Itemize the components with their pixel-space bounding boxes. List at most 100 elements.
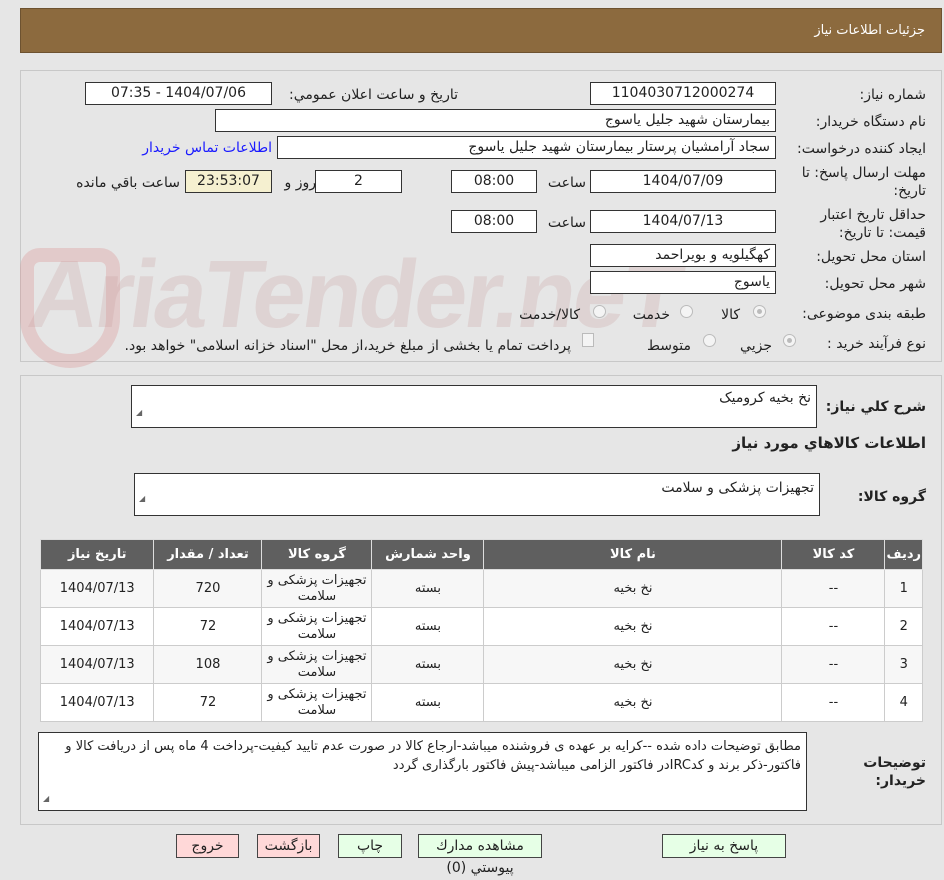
announce-label: تاريخ و ساعت اعلان عمومي: — [289, 87, 458, 103]
city-label: شهر محل تحويل: — [824, 276, 926, 292]
buyer-notes-text: مطابق توضیحات داده شده --کرایه بر عهده ی… — [65, 739, 801, 773]
need-number-label: شماره نياز: — [859, 87, 927, 103]
category-both-radio[interactable] — [593, 305, 606, 318]
table-row: 1 -- نخ بخیه بسته تجهیزات پزشکی و سلامت 720 14… — [39, 569, 923, 608]
cell-goods-group: تجهیزات پزشکی و سلامت — [261, 645, 373, 684]
cell-goods-group: تجهیزات پزشکی و سلامت — [261, 683, 373, 722]
cell-need-date: 1404/07/13 — [39, 683, 155, 722]
province-field: کهگیلویه و بویراحمد — [590, 244, 776, 267]
goods-table: رديف كد كالا نام كالا واحد شمارش گروه كا… — [39, 539, 923, 722]
days-field: 2 — [315, 170, 402, 193]
validity-time-field: 08:00 — [451, 210, 537, 233]
category-service-radio[interactable] — [680, 305, 693, 318]
city-field: یاسوج — [590, 271, 776, 294]
validity-time-label: ساعت — [547, 215, 586, 231]
resize-grip-icon[interactable]: ◢ — [139, 485, 145, 513]
category-goods-label: كالا — [721, 307, 740, 323]
creator-label: ايجاد كننده درخواست: — [797, 141, 926, 157]
process-medium-label: متوسط — [647, 338, 691, 354]
cell-goods-group: تجهیزات پزشکی و سلامت — [261, 569, 373, 608]
summary-field: نخ بخیه کرومیک ◢ — [131, 385, 817, 428]
buyer-notes-label: توضيحات خريدار: — [863, 755, 926, 789]
treasury-payment-checkbox[interactable] — [582, 333, 594, 347]
summary-text: نخ بخیه کرومیک — [719, 390, 811, 406]
days-label: روز و — [284, 175, 317, 191]
cell-goods-group: تجهیزات پزشکی و سلامت — [261, 607, 373, 646]
header-title: جزئيات اطلاعات نياز — [814, 23, 925, 38]
buyer-notes-field: مطابق توضیحات داده شده --کرایه بر عهده ی… — [38, 732, 807, 811]
deadline-date-field: 1404/07/09 — [590, 170, 776, 193]
buyer-contact-link[interactable]: اطلاعات تماس خريدار — [142, 139, 272, 157]
cell-goods-name: نخ بخیه — [483, 607, 783, 646]
category-both-label: كالا/خدمت — [519, 307, 580, 323]
table-row: 2 -- نخ بخیه بسته تجهیزات پزشکی و سلامت 72 140… — [39, 607, 923, 646]
goods-group-text: تجهیزات پزشکی و سلامت — [661, 480, 814, 496]
process-label: نوع فرآيند خريد : — [827, 336, 926, 352]
category-goods-radio[interactable] — [753, 305, 766, 318]
cell-row-number: 3 — [884, 645, 923, 684]
process-medium-radio[interactable] — [703, 334, 716, 347]
col-group: گروه كالا — [261, 539, 373, 570]
deadline-label: مهلت ارسال پاسخ: تا تاريخ: — [801, 165, 926, 199]
category-label: طبقه بندی موضوعی: — [802, 306, 926, 322]
goods-group-label: گروه كالا: — [857, 489, 926, 505]
treasury-payment-note: پرداخت تمام يا بخشی از مبلغ خريد،از محل … — [124, 338, 571, 354]
creator-field: سجاد آرامشیان پرستار بیمارستان شهید جلیل… — [277, 136, 776, 159]
col-unit: واحد شمارش — [371, 539, 485, 570]
remaining-time-field: 23:53:07 — [185, 170, 272, 193]
province-label: استان محل تحويل: — [816, 249, 926, 265]
cell-need-date: 1404/07/13 — [39, 569, 155, 608]
cell-goods-name: نخ بخیه — [483, 569, 783, 608]
goods-info-title: اطلاعات كالاهاي مورد نياز — [732, 434, 926, 452]
cell-need-date: 1404/07/13 — [39, 607, 155, 646]
col-row: رديف — [884, 539, 923, 570]
view-attachments-button[interactable]: مشاهده مدارك پيوستي (0) — [418, 834, 542, 876]
category-service-label: خدمت — [632, 307, 670, 323]
buyer-org-label: نام دستگاه خريدار: — [815, 114, 926, 130]
cell-goods-code: -- — [781, 683, 886, 722]
reply-button[interactable]: پاسخ به نياز — [662, 834, 786, 858]
cell-goods-code: -- — [781, 607, 886, 646]
validity-date-field: 1404/07/13 — [590, 210, 776, 233]
print-button[interactable]: چاپ — [338, 834, 402, 858]
deadline-time-field: 08:00 — [451, 170, 537, 193]
cell-unit: بسته — [371, 607, 485, 646]
col-qty: تعداد / مقدار — [153, 539, 263, 570]
cell-goods-name: نخ بخیه — [483, 645, 783, 684]
summary-label: شرح كلي نياز: — [825, 399, 926, 415]
cell-unit: بسته — [371, 569, 485, 608]
table-header-row: رديف كد كالا نام كالا واحد شمارش گروه كا… — [39, 539, 923, 570]
process-minor-radio[interactable] — [783, 334, 796, 347]
col-date: تاريخ نياز — [39, 539, 155, 570]
process-minor-label: جزيي — [740, 338, 772, 354]
cell-need-date: 1404/07/13 — [39, 645, 155, 684]
col-name: نام كالا — [483, 539, 783, 570]
cell-goods-code: -- — [781, 569, 886, 608]
remaining-label: ساعت باقي مانده — [76, 175, 180, 191]
table-row: 4 -- نخ بخیه بسته تجهیزات پزشکی و سلامت 72 140… — [39, 683, 923, 722]
cell-row-number: 4 — [884, 683, 923, 722]
cell-goods-name: نخ بخیه — [483, 683, 783, 722]
exit-button[interactable]: خروج — [176, 834, 239, 858]
need-number-field: 1104030712000274 — [590, 82, 776, 105]
cell-goods-code: -- — [781, 645, 886, 684]
cell-unit: بسته — [371, 645, 485, 684]
deadline-time-label: ساعت — [547, 175, 586, 191]
announce-field: 1404/07/06 - 07:35 — [85, 82, 272, 105]
goods-group-field: تجهیزات پزشکی و سلامت ◢ — [134, 473, 820, 516]
resize-grip-icon[interactable]: ◢ — [43, 789, 49, 808]
cell-quantity: 72 — [153, 607, 263, 646]
resize-grip-icon[interactable]: ◢ — [136, 401, 142, 425]
table-row: 3 -- نخ بخیه بسته تجهیزات پزشکی و سلامت 108 14… — [39, 645, 923, 684]
buyer-org-field: بيمارستان شهيد جليل ياسوج — [215, 109, 776, 132]
back-button[interactable]: بازگشت — [257, 834, 320, 858]
page-header: جزئيات اطلاعات نياز — [20, 8, 942, 53]
validity-label: حداقل تاريخ اعتبار قيمت: تا تاريخ: — [820, 207, 926, 241]
cell-row-number: 1 — [884, 569, 923, 608]
cell-quantity: 108 — [153, 645, 263, 684]
cell-row-number: 2 — [884, 607, 923, 646]
cell-quantity: 72 — [153, 683, 263, 722]
cell-quantity: 720 — [153, 569, 263, 608]
cell-unit: بسته — [371, 683, 485, 722]
col-code: كد كالا — [781, 539, 886, 570]
